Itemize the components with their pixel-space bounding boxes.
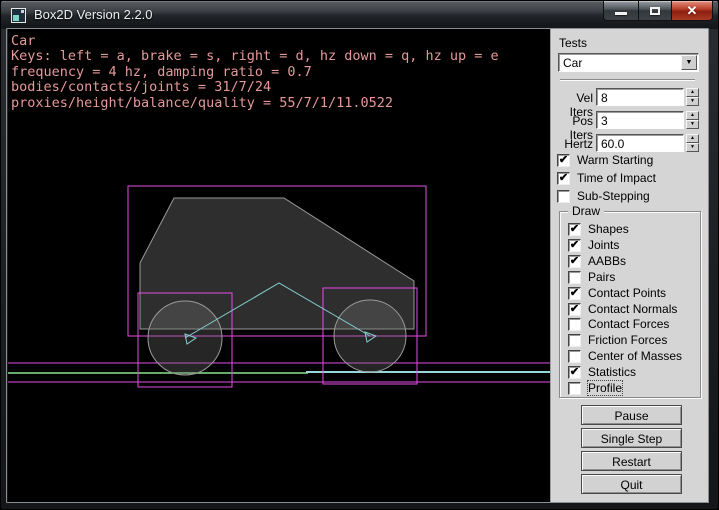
checkbox-label: Contact Forces	[588, 317, 669, 331]
single-step-button[interactable]: Single Step	[581, 428, 682, 448]
spinner-label: Hertz	[551, 137, 593, 151]
checkbox-label: Profile	[588, 381, 622, 395]
stats-line: proxies/height/balance/quality = 55/7/1/…	[11, 96, 499, 111]
quit-button[interactable]: Quit	[581, 474, 682, 494]
checkbox-label: Sub-Stepping	[577, 189, 650, 203]
spinner-up-icon[interactable]: ▲	[686, 134, 699, 143]
checkbox-label: Friction Forces	[588, 333, 667, 347]
checkbox-warm-starting[interactable]: ✔ Warm Starting	[557, 153, 653, 167]
stats-line: Keys: left = a, brake = s, right = d, hz…	[11, 49, 499, 64]
checkbox-contact-forces[interactable]: Contact Forces	[568, 317, 669, 331]
checkbox-box[interactable]	[568, 271, 581, 284]
checkbox-time-of-impact[interactable]: ✔ Time of Impact	[557, 171, 656, 185]
vel-iters-input[interactable]: 8	[596, 88, 684, 106]
stats-line: bodies/contacts/joints = 31/7/24	[11, 80, 499, 95]
checkbox-aabbs[interactable]: ✔ AABBs	[568, 254, 626, 268]
spinner-down-icon[interactable]: ▼	[686, 120, 699, 129]
maximize-icon	[650, 7, 660, 15]
checkbox-contact-normals[interactable]: ✔ Contact Normals	[568, 302, 677, 316]
checkbox-box[interactable]	[557, 190, 570, 203]
spinner-up-icon[interactable]: ▲	[686, 111, 699, 120]
checkbox-label: Contact Points	[588, 286, 666, 300]
tests-label: Tests	[559, 36, 587, 50]
checkbox-label: Center of Masses	[588, 349, 682, 363]
checkbox-box[interactable]	[568, 334, 581, 347]
checkbox-label: Warm Starting	[577, 153, 653, 167]
checkbox-box[interactable]: ✔	[568, 287, 581, 300]
checkbox-box[interactable]: ✔	[568, 366, 581, 379]
spinner-up-icon[interactable]: ▲	[686, 88, 699, 97]
test-select-value: Car	[559, 56, 681, 70]
checkbox-pairs[interactable]: Pairs	[568, 270, 615, 284]
spinner-row-pos-iters: Pos Iters 3 ▲ ▼	[551, 111, 710, 129]
checkbox-label: Pairs	[588, 270, 615, 284]
checkbox-label: Contact Normals	[588, 302, 677, 316]
test-select[interactable]: Car ▼	[558, 53, 699, 72]
caption-buttons: ✕	[603, 1, 713, 21]
hertz-stepper[interactable]: ▲ ▼	[686, 134, 699, 152]
close-icon: ✕	[687, 4, 698, 17]
checkbox-box[interactable]: ✔	[557, 172, 570, 185]
minimize-icon	[615, 12, 627, 15]
spinner-down-icon[interactable]: ▼	[686, 143, 699, 152]
spinner-row-vel-iters: Vel Iters 8 ▲ ▼	[551, 88, 710, 106]
simulation-canvas[interactable]: CarKeys: left = a, brake = s, right = d,…	[8, 29, 550, 503]
box2d-window: Box2D Version 2.2.0 ✕	[0, 0, 719, 510]
restart-button[interactable]: Restart	[581, 451, 682, 471]
checkbox-box[interactable]: ✔	[568, 223, 581, 236]
checkbox-label: Shapes	[588, 222, 629, 236]
checkbox-box[interactable]: ✔	[557, 154, 570, 167]
checkbox-shapes[interactable]: ✔ Shapes	[568, 222, 629, 236]
close-button[interactable]: ✕	[672, 1, 713, 21]
checkbox-profile[interactable]: Profile	[568, 381, 622, 395]
draw-group-title: Draw	[568, 204, 604, 218]
spinner-row-hertz: Hertz 60.0 ▲ ▼	[551, 134, 710, 152]
pos-iters-stepper[interactable]: ▲ ▼	[686, 111, 699, 129]
title-bar[interactable]: Box2D Version 2.2.0 ✕	[1, 1, 719, 29]
checkbox-sub-stepping[interactable]: Sub-Stepping	[557, 189, 650, 203]
pause-button[interactable]: Pause	[581, 405, 682, 425]
checkbox-joints[interactable]: ✔ Joints	[568, 238, 619, 252]
checkbox-label: Joints	[588, 238, 619, 252]
vel-iters-stepper[interactable]: ▲ ▼	[686, 88, 699, 106]
stats-line: frequency = 4 hz, damping ratio = 0.7	[11, 65, 499, 80]
spinner-down-icon[interactable]: ▼	[686, 97, 699, 106]
checkbox-statistics[interactable]: ✔ Statistics	[568, 365, 636, 379]
checkbox-box[interactable]	[568, 382, 581, 395]
chevron-down-icon[interactable]: ▼	[681, 55, 697, 70]
checkbox-friction-forces[interactable]: Friction Forces	[568, 333, 667, 347]
stats-line: Car	[11, 34, 499, 49]
checkbox-label: AABBs	[588, 254, 626, 268]
hertz-input[interactable]: 60.0	[596, 134, 684, 152]
checkbox-label: Statistics	[588, 365, 636, 379]
checkbox-box[interactable]: ✔	[568, 303, 581, 316]
separator	[560, 79, 695, 81]
checkbox-box[interactable]	[568, 350, 581, 363]
checkbox-box[interactable]: ✔	[568, 255, 581, 268]
minimize-button[interactable]	[603, 1, 638, 21]
checkbox-center-of-masses[interactable]: Center of Masses	[568, 349, 682, 363]
checkbox-box[interactable]	[568, 318, 581, 331]
pos-iters-input[interactable]: 3	[596, 111, 684, 129]
checkbox-box[interactable]: ✔	[568, 239, 581, 252]
client-area: CarKeys: left = a, brake = s, right = d,…	[8, 29, 709, 503]
maximize-button[interactable]	[638, 1, 672, 21]
checkbox-label: Time of Impact	[577, 171, 656, 185]
app-icon	[11, 8, 26, 23]
window-title: Box2D Version 2.2.0	[34, 7, 153, 22]
checkbox-contact-points[interactable]: ✔ Contact Points	[568, 286, 666, 300]
stats-text: CarKeys: left = a, brake = s, right = d,…	[11, 34, 499, 111]
control-sidebar: Tests Car ▼ Vel Iters 8 ▲ ▼ Pos Iters 3 …	[550, 29, 709, 503]
